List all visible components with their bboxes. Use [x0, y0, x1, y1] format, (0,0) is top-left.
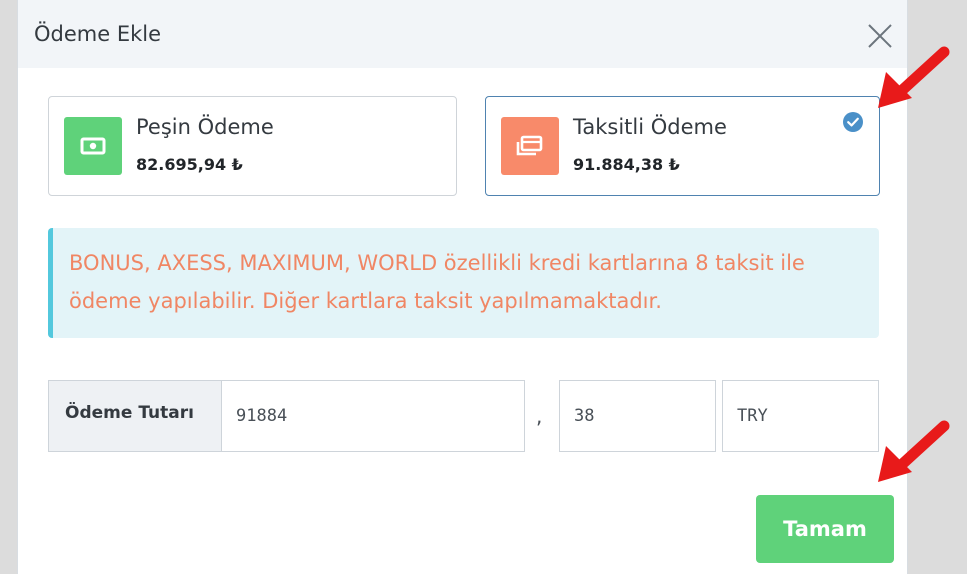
option-amount: 91.884,38 ₺	[573, 155, 680, 174]
currency-input[interactable]	[723, 381, 878, 451]
payment-amount-label: Ödeme Tutarı	[48, 380, 222, 452]
info-alert: BONUS, AXESS, MAXIMUM, WORLD özellikli k…	[48, 228, 879, 338]
cash-icon	[64, 117, 122, 175]
option-title: Taksitli Ödeme	[573, 115, 727, 139]
red-arrow-icon	[878, 46, 950, 108]
amount-integer-input[interactable]	[222, 381, 524, 451]
option-amount: 82.695,94 ₺	[136, 155, 243, 174]
check-icon	[843, 112, 863, 132]
option-installment-payment[interactable]: Taksitli Ödeme 91.884,38 ₺	[485, 96, 880, 196]
alert-text: BONUS, AXESS, MAXIMUM, WORLD özellikli k…	[69, 251, 805, 313]
modal-header: Ödeme Ekle	[18, 0, 907, 68]
modal-title: Ödeme Ekle	[34, 22, 162, 46]
option-cash-payment[interactable]: Peşin Ödeme 82.695,94 ₺	[48, 96, 457, 196]
amount-decimal-field[interactable]	[559, 380, 716, 452]
red-arrow-icon	[878, 420, 950, 482]
decimal-separator: ,	[536, 404, 543, 428]
amount-decimal-input[interactable]	[560, 381, 715, 451]
option-title: Peşin Ödeme	[136, 115, 274, 139]
ok-button[interactable]: Tamam	[756, 495, 894, 563]
currency-field[interactable]	[722, 380, 879, 452]
payment-modal: Ödeme Ekle Peşin Ödeme 82.695,94 ₺ Taksi…	[18, 0, 907, 574]
amount-integer-field[interactable]	[221, 380, 525, 452]
credit-card-icon	[501, 117, 559, 175]
